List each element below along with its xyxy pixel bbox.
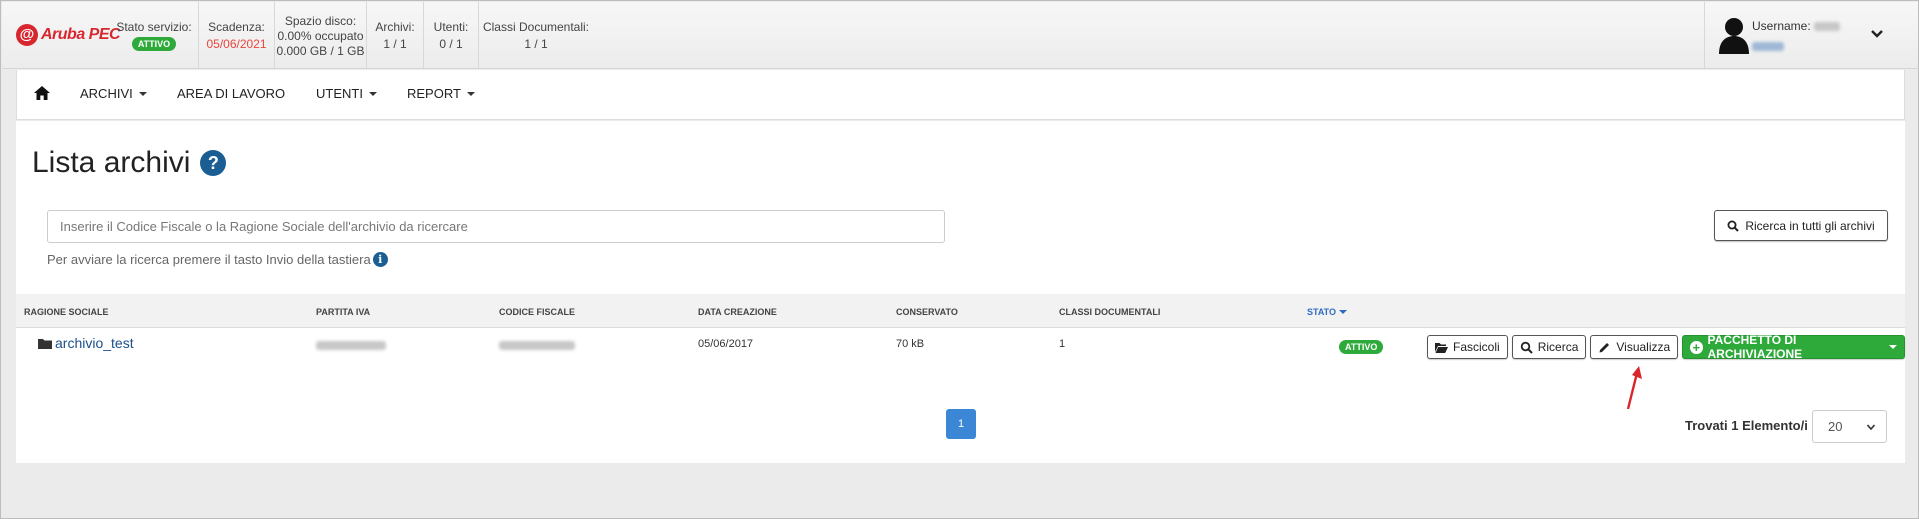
archives-label: Archivi:	[375, 20, 415, 34]
archive-search-input[interactable]	[47, 210, 945, 243]
search-hint-text: Per avviare la ricerca premere il tasto …	[47, 252, 371, 267]
nav-utenti-label: UTENTI	[316, 86, 363, 101]
col-partita-iva[interactable]: PARTITA IVA	[316, 307, 370, 317]
nav-area-di-lavoro-label: AREA DI LAVORO	[177, 86, 286, 101]
sort-caret-icon	[1339, 310, 1347, 314]
users-count: Utenti: 0 / 1	[424, 2, 479, 69]
col-ragione-sociale[interactable]: RAGIONE SOCIALE	[24, 307, 109, 317]
service-status: Stato servizio: ATTIVO	[110, 2, 199, 69]
pencil-icon	[1599, 342, 1610, 352]
classes-label: Classi Documentali:	[482, 20, 590, 34]
folder-open-icon	[1435, 342, 1448, 353]
username-field: Username:	[1752, 19, 1840, 33]
pacchetto-label: PACCHETTO DI ARCHIVIAZIONE	[1707, 333, 1803, 361]
search-icon	[1727, 220, 1740, 232]
annotation-arrow-icon	[1626, 366, 1642, 410]
col-stato-label: STATO	[1307, 307, 1336, 317]
folder-icon	[38, 338, 52, 349]
nav-archivi[interactable]: ARCHIVI	[80, 86, 147, 101]
ricerca-button[interactable]: Ricerca	[1511, 335, 1587, 359]
col-conservato[interactable]: CONSERVATO	[896, 307, 958, 317]
brand-logo[interactable]: @ Aruba PEC	[16, 24, 121, 46]
disk-label: Spazio disco:	[284, 13, 357, 28]
disk-used: 0.00% occupato	[277, 28, 364, 43]
user-menu[interactable]: Username:	[1704, 2, 1918, 69]
col-codice-fiscale[interactable]: CODICE FISCALE	[499, 307, 575, 317]
fascicoli-label: Fascicoli	[1453, 340, 1500, 354]
home-icon[interactable]	[33, 84, 51, 102]
expiry-label: Scadenza:	[208, 20, 265, 34]
page-title-text: Lista archivi	[32, 146, 191, 179]
service-status-badge: ATTIVO	[131, 37, 177, 51]
expiry-date: Scadenza: 05/06/2021	[199, 2, 275, 69]
nav-report[interactable]: REPORT	[407, 86, 475, 101]
fascicoli-button[interactable]: Fascicoli	[1427, 335, 1508, 359]
plus-circle-icon: +	[1690, 340, 1703, 354]
classes-value: 1 / 1	[524, 37, 548, 51]
disk-size: 0.000 GB / 1 GB	[276, 43, 365, 58]
users-label: Utenti:	[433, 20, 469, 34]
info-icon[interactable]: i	[372, 252, 388, 267]
nav-report-label: REPORT	[407, 86, 461, 101]
expiry-value: 05/06/2021	[206, 37, 267, 51]
conservato-cell: 70 kB	[896, 338, 925, 350]
data-creazione-cell: 05/06/2017	[698, 338, 754, 350]
archive-list-panel: Lista archivi ? Per avviare la ricerca p…	[16, 121, 1905, 463]
pagination-page-1[interactable]: 1	[946, 409, 976, 439]
classi-cell: 1	[1059, 338, 1066, 350]
archive-name: archivio_test	[55, 335, 134, 351]
user-name-redacted	[1752, 42, 1784, 51]
nav-utenti[interactable]: UTENTI	[316, 86, 377, 101]
per-page-value: 20	[1828, 419, 1843, 434]
archive-name-link[interactable]: archivio_test	[38, 335, 134, 351]
user-display-name	[1752, 38, 1784, 56]
nav-area-di-lavoro[interactable]: AREA DI LAVORO	[177, 86, 285, 101]
caret-down-icon	[466, 91, 475, 96]
user-avatar-icon	[1719, 18, 1749, 54]
visualizza-label: Visualizza	[1616, 340, 1671, 354]
found-count: Trovati 1 Elemento/i	[1685, 418, 1808, 433]
row-actions: Fascicoli Ricerca Visualizza + PACCHETTO…	[1427, 333, 1905, 361]
username-label: Username:	[1752, 19, 1811, 33]
brand-name: Aruba PEC	[41, 26, 121, 43]
col-stato[interactable]: STATO	[1307, 307, 1347, 317]
users-value: 0 / 1	[439, 37, 463, 51]
main-navbar: ARCHIVI AREA DI LAVORO UTENTI REPORT	[16, 70, 1905, 120]
pacchetto-archiviazione-button[interactable]: + PACCHETTO DI ARCHIVIAZIONE	[1682, 333, 1905, 361]
search-all-archives-label: Ricerca in tutti gli archivi	[1745, 218, 1875, 233]
window-frame: @ Aruba PEC Stato servizio: ATTIVO Scade…	[0, 0, 1919, 519]
disk-space: Spazio disco: 0.00% occupato 0.000 GB / …	[275, 2, 367, 69]
codice-fiscale-redacted	[499, 341, 575, 353]
username-redacted	[1813, 21, 1840, 31]
search-icon	[1520, 341, 1533, 354]
caret-down-icon	[138, 91, 147, 96]
status-badge: ATTIVO	[1339, 340, 1384, 354]
page-title: Lista archivi ?	[32, 146, 227, 180]
nav-archivi-label: ARCHIVI	[80, 86, 133, 101]
archives-value: 1 / 1	[383, 37, 407, 51]
col-classi-documentali[interactable]: CLASSI DOCUMENTALI	[1059, 307, 1160, 317]
caret-down-icon	[1889, 345, 1897, 349]
col-data-creazione[interactable]: DATA CREAZIONE	[698, 307, 777, 317]
table-row: archivio_test 05/06/2017 70 kB 1 ATTIVO …	[16, 328, 1905, 364]
archives-table-header: RAGIONE SOCIALE PARTITA IVA CODICE FISCA…	[16, 294, 1905, 328]
service-status-label: Stato servizio:	[116, 20, 192, 34]
search-all-archives-button[interactable]: Ricerca in tutti gli archivi	[1714, 210, 1888, 241]
ricerca-label: Ricerca	[1537, 340, 1579, 354]
per-page-select[interactable]: 20	[1812, 410, 1887, 443]
partita-iva-redacted	[316, 341, 386, 353]
status-bar: @ Aruba PEC Stato servizio: ATTIVO Scade…	[2, 2, 1918, 69]
document-classes-count: Classi Documentali: 1 / 1	[479, 2, 593, 69]
chevron-down-icon[interactable]	[1869, 26, 1885, 42]
chevron-down-icon	[1866, 423, 1876, 430]
at-logo-icon: @	[16, 24, 38, 46]
caret-down-icon	[368, 91, 377, 96]
archives-count: Archivi: 1 / 1	[367, 2, 424, 69]
visualizza-button[interactable]: Visualizza	[1590, 335, 1679, 359]
search-hint: Per avviare la ricerca premere il tasto …	[47, 252, 388, 267]
help-icon[interactable]: ?	[200, 150, 227, 176]
